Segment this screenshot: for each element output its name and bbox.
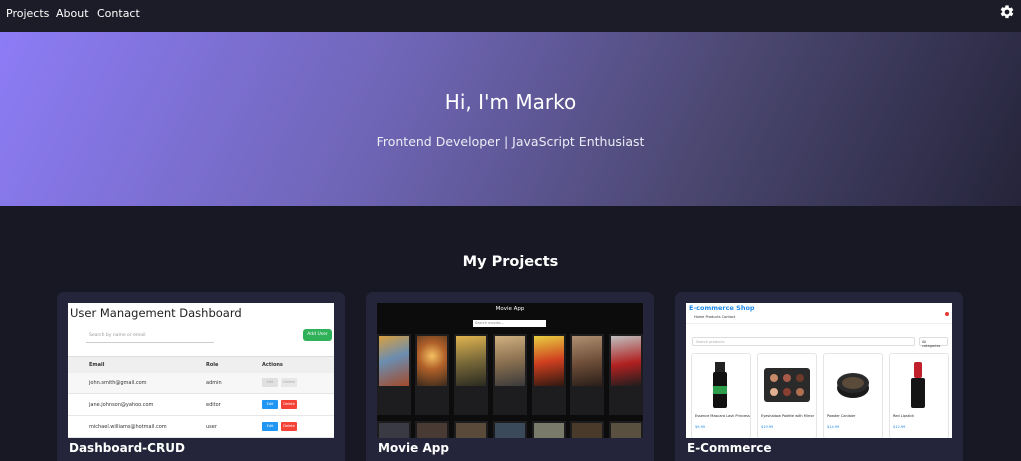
nav-link-about[interactable]: About — [56, 7, 89, 20]
project-card-ecommerce[interactable]: E-commerce Shop Home Products Contact Se… — [675, 292, 963, 461]
preview-product-card: Essence Mascara Lash Princess $9.99 — [691, 353, 751, 438]
cart-icon — [945, 312, 949, 316]
movie-poster-image — [379, 423, 409, 438]
preview-search: Search products — [692, 337, 915, 346]
preview-heading: Movie App — [495, 306, 525, 312]
preview-delete-button: Delete — [281, 378, 297, 387]
preview-divider — [686, 323, 952, 324]
movie-poster-image — [534, 336, 564, 386]
movie-poster-image — [611, 423, 641, 438]
hero-subtitle: Frontend Developer | JavaScript Enthusia… — [376, 134, 645, 149]
preview-delete-button: Delete — [281, 422, 297, 431]
preview-movie-card — [415, 421, 449, 438]
preview-add-button: Add User — [303, 329, 332, 341]
preview-edit-button: Edit — [262, 400, 278, 409]
product-image — [837, 373, 869, 398]
preview-col: Actions — [262, 362, 283, 368]
product-image — [764, 368, 810, 402]
gear-icon[interactable] — [999, 4, 1015, 20]
product-name: Essence Mascara Lash Princess — [695, 414, 750, 418]
movie-poster-image — [379, 336, 409, 386]
preview-table-header: Email Role Actions — [68, 356, 334, 373]
preview-cell: user — [206, 424, 217, 430]
preview-movie-card — [454, 421, 488, 438]
project-thumbnail-ecommerce: E-commerce Shop Home Products Contact Se… — [686, 303, 952, 438]
movie-poster-image — [456, 336, 486, 386]
preview-movie-card — [454, 334, 488, 415]
product-price: $9.99 — [695, 425, 706, 429]
product-image — [911, 362, 925, 408]
product-name: Eyeshadow Palette with Mirror — [761, 414, 815, 418]
preview-movie-card — [609, 334, 643, 415]
preview-movie-card — [532, 334, 566, 415]
project-card-dashboard[interactable]: User Management Dashboard Search by name… — [57, 292, 345, 461]
hero-title: Hi, I'm Marko — [444, 90, 577, 114]
project-card-title: E-Commerce — [687, 441, 772, 455]
preview-cell: editor — [206, 402, 221, 408]
movie-poster-image — [417, 336, 447, 386]
preview-heading: E-commerce Shop — [689, 304, 755, 312]
preview-movie-card — [493, 334, 527, 415]
project-thumbnail-dashboard: User Management Dashboard Search by name… — [68, 303, 334, 438]
product-name: Powder Canister — [827, 414, 856, 418]
movie-poster-image — [495, 423, 525, 438]
project-thumbnail-movie-app: Movie App Search movies... — [377, 303, 643, 438]
preview-movie-card — [493, 421, 527, 438]
product-image — [713, 362, 727, 408]
preview-heading: User Management Dashboard — [70, 306, 242, 320]
project-card-movie-app[interactable]: Movie App Search movies... Movie App — [366, 292, 654, 461]
preview-table-row: jane.johnson@yahoo.com editor Edit Delet… — [68, 395, 334, 416]
preview-product-card: Red Lipstick $12.99 — [889, 353, 949, 438]
movie-poster-image — [495, 336, 525, 386]
preview-edit-button: Edit — [262, 422, 278, 431]
preview-cell: michael.williams@hotmail.com — [89, 424, 167, 430]
preview-product-card: Eyeshadow Palette with Mirror $19.99 — [757, 353, 817, 438]
preview-search: Search movies... — [473, 320, 546, 327]
nav-link-projects[interactable]: Projects — [6, 7, 49, 20]
preview-movie-card — [609, 421, 643, 438]
movie-poster-image — [456, 423, 486, 438]
preview-edit-button: Edit — [262, 378, 278, 387]
preview-search: Search by name or email — [86, 329, 214, 343]
product-price: $19.99 — [761, 425, 774, 429]
navbar: Projects About Contact — [0, 0, 1021, 32]
preview-category-select: All categories — [919, 337, 948, 348]
preview-cell: jane.johnson@yahoo.com — [89, 402, 154, 408]
preview-movie-card — [415, 334, 449, 415]
preview-movie-card — [570, 421, 604, 438]
movie-poster-image — [534, 423, 564, 438]
product-price: $12.99 — [893, 425, 906, 429]
preview-movie-card — [570, 334, 604, 415]
projects-section-title: My Projects — [462, 254, 559, 270]
preview-col: Email — [89, 362, 105, 368]
preview-delete-button: Delete — [281, 400, 297, 409]
preview-col: Role — [206, 362, 219, 368]
project-card-title: Dashboard-CRUD — [69, 441, 185, 455]
preview-movie-card — [532, 421, 566, 438]
preview-nav-links: Home Products Contact — [694, 315, 736, 319]
movie-poster-image — [572, 336, 602, 386]
project-card-title: Movie App — [378, 441, 449, 455]
preview-table-row: michael.williams@hotmail.com user Edit D… — [68, 417, 334, 438]
hero-banner: Hi, I'm Marko Frontend Developer | JavaS… — [0, 32, 1021, 206]
product-name: Red Lipstick — [893, 414, 915, 418]
preview-cell: admin — [206, 380, 222, 386]
movie-poster-image — [572, 423, 602, 438]
preview-product-card: Powder Canister $14.99 — [823, 353, 883, 438]
movie-poster-image — [417, 423, 447, 438]
preview-table-row: john.smith@gmail.com admin Edit Delete — [68, 373, 334, 394]
nav-link-contact[interactable]: Contact — [97, 7, 140, 20]
preview-movie-card — [377, 334, 411, 415]
preview-movie-card — [377, 421, 411, 438]
preview-cell: john.smith@gmail.com — [89, 380, 147, 386]
movie-poster-image — [611, 336, 641, 386]
product-price: $14.99 — [827, 425, 840, 429]
